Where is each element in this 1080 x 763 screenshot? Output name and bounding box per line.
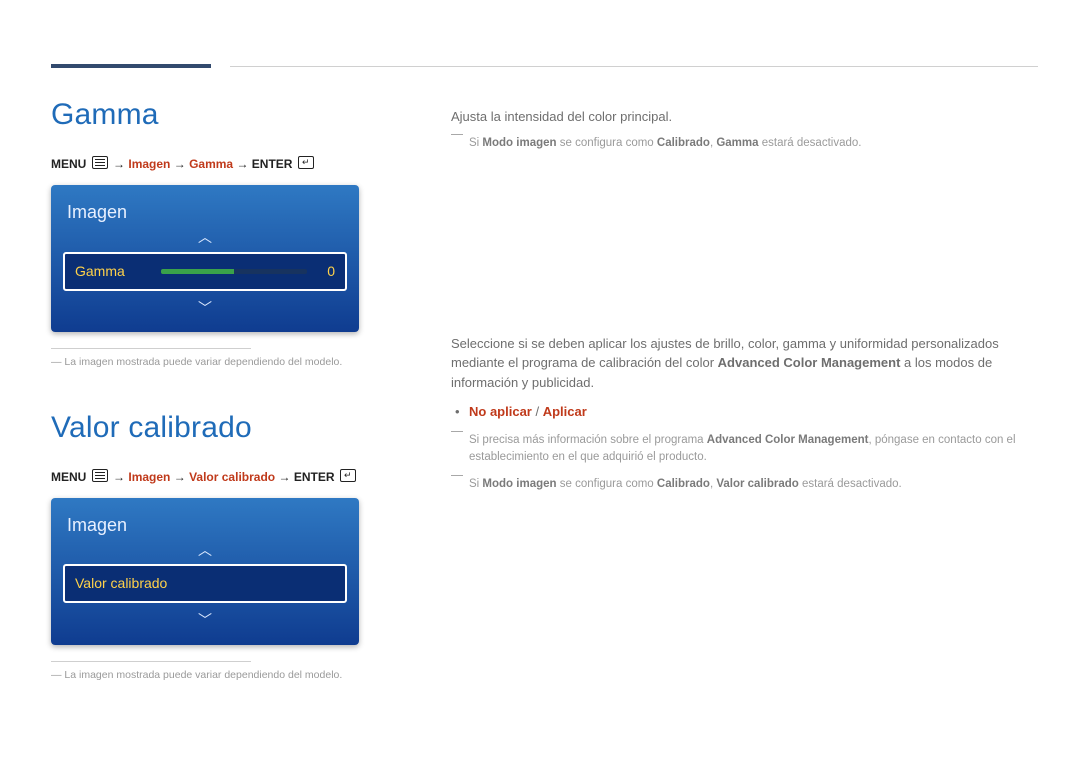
- enter-icon: [340, 469, 356, 482]
- path-menu-label: MENU: [51, 470, 86, 484]
- path-seg-imagen: Imagen: [128, 470, 170, 484]
- menu-path-calibrated: MENU → Imagen → Valor calibrado → ENTER: [51, 468, 451, 486]
- chevron-up-icon[interactable]: ︿: [198, 542, 212, 558]
- image-disclaimer: ― La imagen mostrada puede variar depend…: [51, 668, 451, 684]
- calibrated-note-2: Si Modo imagen se configura como Calibra…: [451, 476, 1038, 493]
- enter-icon: [298, 156, 314, 169]
- chevron-down-icon[interactable]: ﹀: [198, 612, 212, 628]
- divider: [51, 348, 251, 349]
- top-rule: [230, 66, 1038, 67]
- gamma-intro: Ajusta la intensidad del color principal…: [451, 107, 1038, 127]
- divider: [51, 661, 251, 662]
- calibrated-options: No aplicar / Aplicar: [451, 402, 1038, 422]
- path-enter-label: ENTER: [252, 157, 293, 171]
- image-disclaimer: ― La imagen mostrada puede variar depend…: [51, 355, 451, 371]
- osd-panel-title: Imagen: [61, 195, 349, 228]
- calibrated-note-1: Si precisa más información sobre el prog…: [451, 432, 1038, 467]
- gamma-slider[interactable]: [161, 269, 307, 274]
- osd-row-label: Gamma: [75, 261, 161, 282]
- gamma-note: Si Modo imagen se configura como Calibra…: [451, 135, 1038, 152]
- gamma-value: 0: [321, 261, 335, 282]
- osd-row-gamma[interactable]: Gamma 0: [63, 252, 347, 291]
- path-enter-label: ENTER: [294, 470, 335, 484]
- option-no-aplicar: No aplicar: [469, 404, 532, 419]
- chevron-up-icon[interactable]: ︿: [198, 229, 212, 245]
- osd-row-label: Valor calibrado: [75, 573, 335, 594]
- path-seg-imagen: Imagen: [128, 157, 170, 171]
- calibrated-intro: Seleccione si se deben aplicar los ajust…: [451, 334, 1038, 393]
- osd-panel-title: Imagen: [61, 508, 349, 541]
- option-aplicar: Aplicar: [543, 404, 587, 419]
- osd-row-calibrated[interactable]: Valor calibrado: [63, 564, 347, 603]
- menu-path-gamma: MENU → Imagen → Gamma → ENTER: [51, 155, 451, 173]
- path-menu-label: MENU: [51, 157, 86, 171]
- osd-panel-calibrated: Imagen ︿ Valor calibrado ﹀: [51, 498, 359, 645]
- chapter-bar: [51, 64, 211, 68]
- path-seg-calibrated: Valor calibrado: [189, 470, 275, 484]
- menu-icon: [92, 469, 108, 482]
- section-title-gamma: Gamma: [51, 92, 451, 137]
- path-seg-gamma: Gamma: [189, 157, 233, 171]
- osd-panel-gamma: Imagen ︿ Gamma 0 ﹀: [51, 185, 359, 332]
- chevron-down-icon[interactable]: ﹀: [198, 300, 212, 316]
- menu-icon: [92, 156, 108, 169]
- section-title-calibrated: Valor calibrado: [51, 405, 451, 450]
